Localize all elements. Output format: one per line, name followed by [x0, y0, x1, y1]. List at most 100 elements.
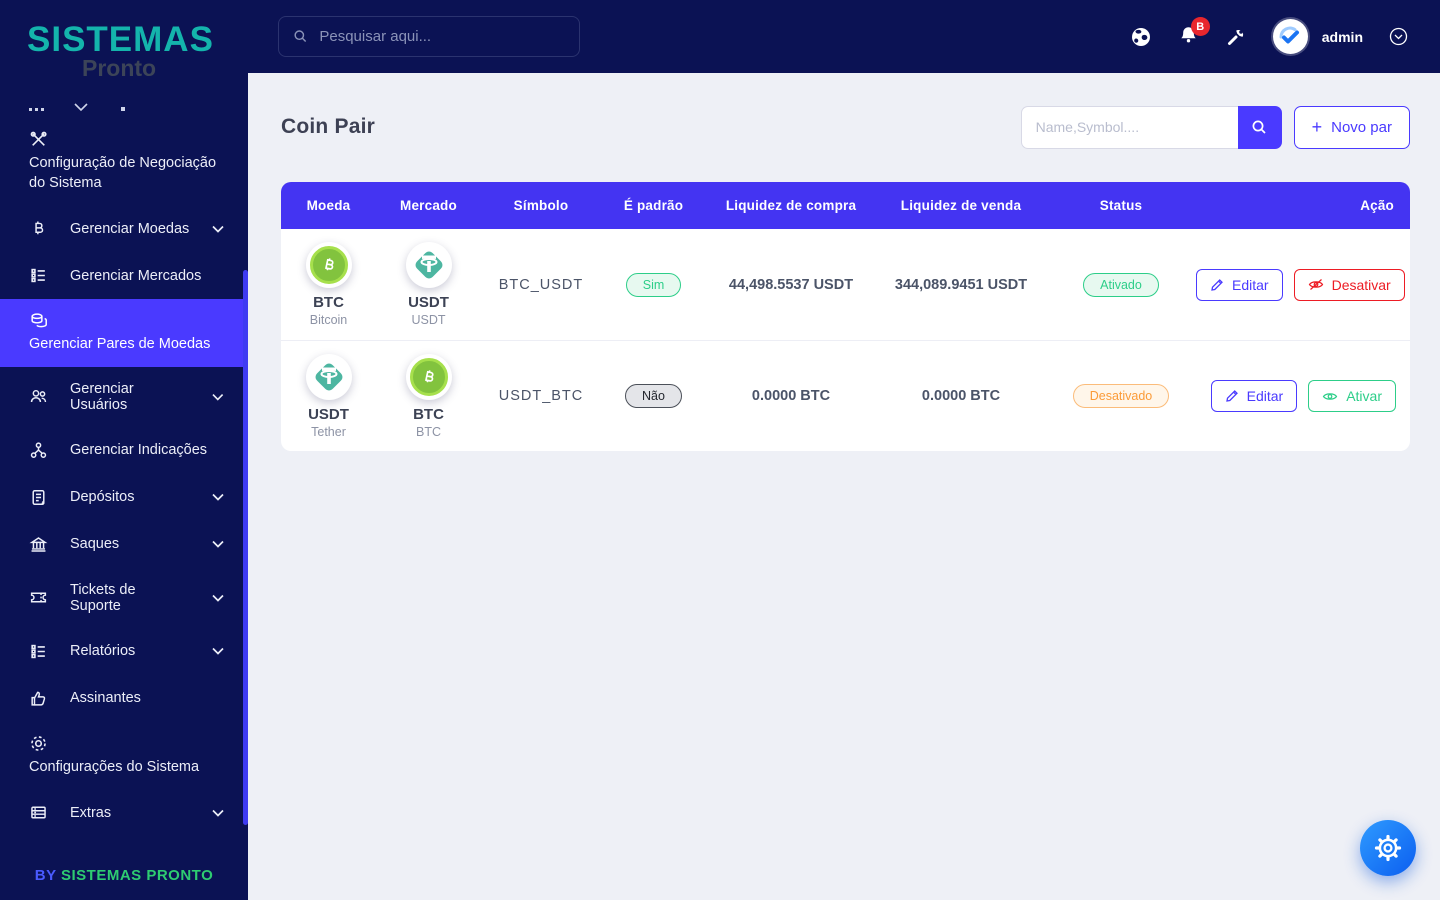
market-cell: BTC BTC	[376, 353, 481, 439]
sidebar-item-label: Gerenciar Usuários	[70, 380, 134, 413]
sidebar-item-users[interactable]: Gerenciar Usuários	[0, 367, 248, 427]
sidebar-item-label: Gerenciar Moedas	[70, 220, 190, 237]
deposit-icon	[29, 488, 48, 507]
table-body: BTC Bitcoin USDT USDT BTC_USDT Sim 44,49…	[281, 229, 1410, 451]
bitcoin-coin-icon	[405, 353, 452, 400]
edit-button[interactable]: Editar	[1196, 268, 1283, 301]
wrench-icon[interactable]	[1225, 26, 1247, 48]
sidebar-footer: BY SISTEMAS PRONTO	[0, 855, 248, 900]
chevron-down-icon	[74, 103, 88, 112]
username-label: admin	[1321, 28, 1363, 45]
list-icon	[29, 266, 48, 285]
sidebar-item-coin-pairs[interactable]: Gerenciar Pares de Moedas	[0, 299, 248, 367]
pencil-icon	[1211, 278, 1223, 291]
sidebar-item-referrals[interactable]: Gerenciar Indicações	[0, 427, 248, 474]
bitcoin-icon	[29, 219, 48, 238]
main-area: B admin Coin Pair	[248, 0, 1440, 900]
market-name: BTC	[416, 424, 441, 439]
topbar: B admin	[248, 0, 1440, 73]
avatar[interactable]	[1272, 19, 1308, 54]
activate-label: Ativar	[1346, 388, 1382, 404]
footer-by-label: BY	[34, 867, 57, 884]
col-header-padrao: É padrão	[623, 198, 684, 213]
coin-symbol: USDT	[308, 405, 349, 423]
tether-coin-icon	[305, 353, 352, 400]
users-icon	[29, 387, 48, 406]
col-header-acao: Ação	[1360, 198, 1394, 213]
default-badge: Não	[625, 384, 682, 408]
sidebar-item-support-tickets[interactable]: Tickets de Suporte	[0, 568, 248, 628]
sidebar-item-label: Relatórios	[70, 643, 136, 660]
sidebar-item-label: Extras	[70, 804, 112, 821]
eye-icon	[1322, 392, 1338, 400]
deactivate-button[interactable]: Desativar	[1293, 268, 1405, 301]
search-icon	[294, 30, 307, 42]
sidebar-item-withdrawals[interactable]: Saques	[0, 521, 248, 568]
sidebar-item-label: Gerenciar Mercados	[70, 267, 202, 284]
extras-icon	[29, 803, 48, 822]
col-header-liquidez-compra: Liquidez de compra	[725, 198, 857, 213]
edit-label: Editar	[1232, 276, 1269, 293]
search-icon	[1252, 120, 1266, 134]
filter-group	[1020, 105, 1282, 149]
action-cell: Editar Ativar	[1196, 380, 1410, 412]
default-badge: Sim	[625, 272, 682, 297]
pair-symbol: BTC_USDT	[498, 276, 584, 293]
activate-button[interactable]: Ativar	[1308, 380, 1396, 412]
chevron-down-circle-icon[interactable]	[1389, 27, 1408, 46]
bank-icon	[29, 535, 48, 554]
floating-settings-button[interactable]	[1360, 820, 1416, 876]
table-row: USDT Tether BTC BTC USDT_BTC Não 0.0000 …	[281, 340, 1410, 451]
new-pair-button[interactable]: + Novo par	[1293, 105, 1410, 149]
sidebar-item-extras[interactable]: Extras	[0, 789, 248, 836]
table-header-row: Moeda Mercado Símbolo É padrão Liquidez …	[281, 182, 1410, 229]
page-title: Coin Pair	[281, 115, 375, 138]
sidebar-item-subscribers[interactable]: Assinantes	[0, 675, 248, 722]
chevron-down-icon	[212, 225, 224, 233]
market-cell: USDT USDT	[376, 242, 481, 327]
network-icon	[29, 441, 48, 460]
tools-icon	[29, 130, 48, 149]
new-pair-label: Novo par	[1331, 118, 1392, 136]
bitcoin-coin-icon	[305, 242, 352, 288]
market-name: USDT	[411, 313, 446, 327]
globe-icon[interactable]	[1130, 26, 1152, 48]
notification-badge: B	[1190, 17, 1210, 36]
page-header: Coin Pair + Novo par	[281, 105, 1410, 149]
pair-symbol: USDT_BTC	[498, 388, 584, 404]
status-cell: Desativado	[1046, 384, 1196, 408]
chevron-down-icon	[212, 541, 224, 548]
sell-liquidity: 344,089.9451 USDT	[894, 276, 1028, 293]
sidebar-item-label: Tickets de Suporte	[70, 581, 136, 614]
gear-icon	[29, 734, 48, 753]
eye-off-icon	[1308, 279, 1323, 290]
sidebar-item-label: Assinantes	[70, 690, 141, 707]
search-input[interactable]	[319, 28, 565, 45]
sidebar-item-coins[interactable]: Gerenciar Moedas	[0, 205, 248, 252]
table-row: BTC Bitcoin USDT USDT BTC_USDT Sim 44,49…	[281, 229, 1410, 340]
logo-title: SISTEMAS	[27, 20, 214, 59]
buy-liquidity: 0.0000 BTC	[751, 388, 831, 404]
sidebar-item-reports[interactable]: Relatórios	[0, 628, 248, 675]
coin-pair-table: Moeda Mercado Símbolo É padrão Liquidez …	[281, 182, 1410, 451]
coin-name: Tether	[311, 424, 346, 439]
filter-search-button[interactable]	[1237, 105, 1282, 149]
filter-input[interactable]	[1020, 105, 1238, 149]
edit-button[interactable]: Editar	[1210, 380, 1298, 412]
bell-icon[interactable]: B	[1178, 17, 1210, 48]
sidebar-item-markets[interactable]: Gerenciar Mercados	[0, 252, 248, 299]
topbar-search[interactable]	[278, 16, 580, 57]
coin-cell: USDT Tether	[281, 353, 376, 439]
sidebar-item-deposits[interactable]: Depósitos	[0, 474, 248, 521]
app-window: SISTEMAS Pronto Configuração de Negociaç…	[0, 0, 1440, 900]
edit-label: Editar	[1246, 388, 1284, 404]
default-cell: Não	[601, 384, 706, 408]
sidebar-item-system-settings[interactable]: Configurações do Sistema	[0, 722, 248, 790]
chevron-down-icon	[212, 494, 224, 501]
chevron-down-icon	[212, 594, 224, 602]
sidebar-item-trade-config[interactable]: Configuração de Negociação do Sistema	[0, 118, 248, 205]
coin-symbol: BTC	[313, 294, 344, 311]
status-cell: Ativado	[1046, 272, 1196, 297]
sidebar-scrollbar[interactable]	[243, 270, 248, 825]
content: Coin Pair + Novo par Moeda Mercado Símbo…	[248, 73, 1440, 900]
